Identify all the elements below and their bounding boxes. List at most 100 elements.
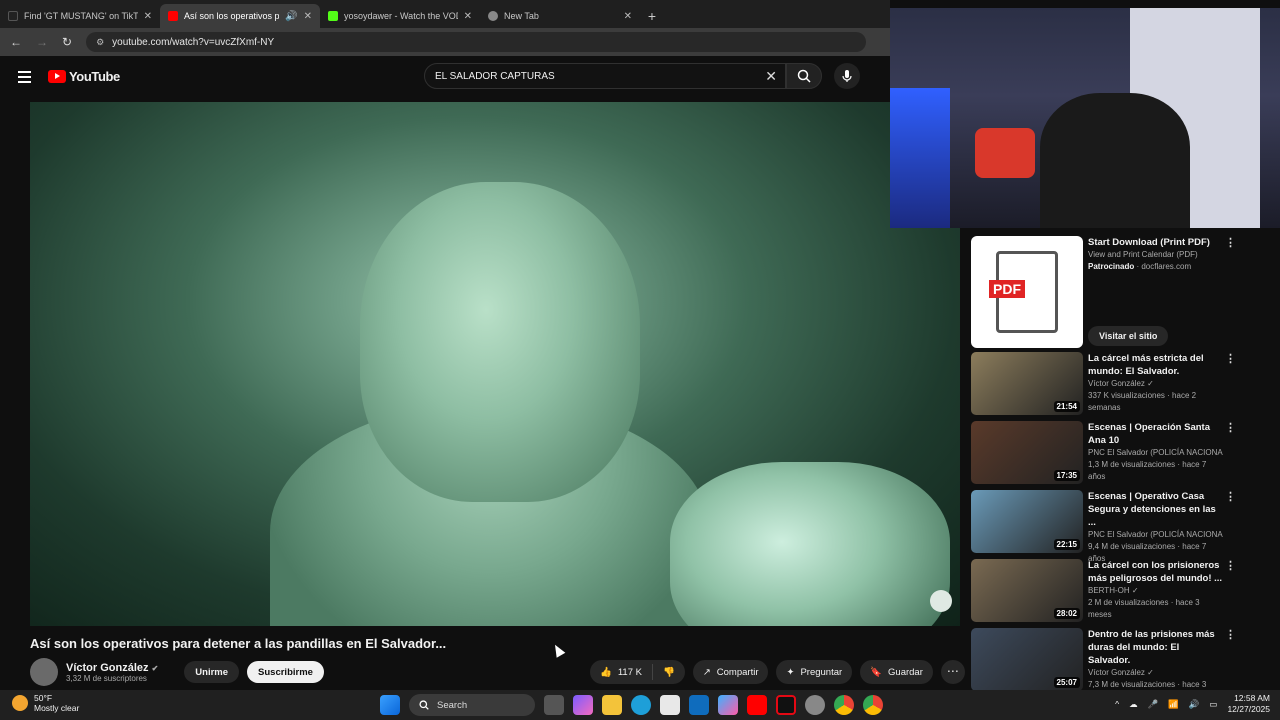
chevron-up-icon[interactable]: ^ [1115, 699, 1119, 709]
weather-widget[interactable]: 50°F Mostly clear [12, 693, 79, 713]
video-stats: 2 M de visualizaciones · hace 3 meses [1088, 598, 1200, 619]
video-thumbnail[interactable]: 28:02 [971, 559, 1083, 622]
back-icon[interactable]: ← [10, 35, 22, 49]
video-thumbnail[interactable]: 17:35 [971, 421, 1083, 484]
store-icon[interactable] [660, 695, 680, 715]
clear-search-icon[interactable]: ✕ [765, 68, 777, 85]
subscribe-button[interactable]: Suscribirme [247, 661, 324, 683]
logo-text: YouTube [69, 69, 120, 84]
search-value: EL SALADOR CAPTURAS [435, 70, 555, 82]
voice-search-button[interactable] [834, 63, 860, 89]
battery-icon[interactable]: ▭ [1209, 699, 1217, 710]
more-options-icon[interactable]: ⋮ [1225, 423, 1236, 434]
sponsored-ad[interactable]: PDF Start Download (Print PDF) View and … [971, 234, 1251, 349]
ask-button[interactable]: ✦ Preguntar [776, 660, 853, 684]
more-options-icon[interactable]: ⋮ [1225, 561, 1236, 572]
search-button[interactable] [786, 63, 822, 89]
browser-tab[interactable]: New Tab ✕ [480, 4, 640, 28]
volume-icon[interactable]: 🔊 [1189, 699, 1200, 710]
save-button[interactable]: 🔖 Guardar [860, 660, 933, 684]
url-field[interactable]: ⚙ youtube.com/watch?v=uvcZfXmf-NY [86, 32, 867, 52]
close-tab-icon[interactable]: ✕ [464, 11, 472, 22]
channel-name[interactable]: Víctor González ✔ [66, 662, 158, 674]
video-channel[interactable]: Víctor González [1088, 668, 1145, 677]
like-button[interactable]: 👍 117 K [590, 664, 653, 680]
file-explorer-icon[interactable] [602, 695, 622, 715]
video-channel[interactable]: BERTH-OH [1088, 586, 1130, 595]
video-thumbnail[interactable]: 25:07 [971, 628, 1083, 691]
browser-tab[interactable]: yosoydawer - Watch the VOD c ✕ [320, 4, 480, 28]
share-button[interactable]: ↗ Compartir [692, 660, 769, 684]
browser-tab-active[interactable]: Así son los operativos para 🔊 ✕ [160, 4, 320, 28]
video-title[interactable]: Escenas | Operativo Casa Segura y detenc… [1088, 490, 1223, 529]
more-actions-icon[interactable]: ⋯ [940, 660, 965, 684]
browser-tab[interactable]: Find 'GT MUSTANG' on TikTok ✕ [0, 4, 160, 28]
video-info: La cárcel más estricta del mundo: El Sal… [1088, 352, 1223, 414]
video-thumbnail[interactable]: 22:15 [971, 490, 1083, 553]
recommendation-item[interactable]: 17:35 Escenas | Operación Santa Ana 10 PNC… [971, 419, 1251, 487]
close-tab-icon[interactable]: ✕ [624, 11, 632, 22]
video-duration: 28:02 [1053, 608, 1080, 619]
chrome-icon[interactable] [863, 695, 883, 715]
taskbar-search[interactable]: Search [409, 694, 535, 716]
task-view-icon[interactable] [544, 695, 564, 715]
photos-icon[interactable] [718, 695, 738, 715]
video-title[interactable]: Escenas | Operación Santa Ana 10 [1088, 421, 1223, 447]
ad-thumbnail[interactable]: PDF [971, 236, 1083, 348]
video-channel[interactable]: PNC El Salvador (POLICÍA NACIONAL CI... [1088, 530, 1223, 539]
forward-icon[interactable]: → [36, 35, 48, 49]
video-channel[interactable]: PNC El Salvador (POLICÍA NACIONAL CI... [1088, 448, 1223, 457]
video-frame-hand [670, 462, 950, 626]
ad-title[interactable]: Start Download (Print PDF) [1088, 236, 1238, 249]
video-frame-face [360, 182, 640, 502]
close-tab-icon[interactable]: ✕ [304, 11, 312, 22]
site-info-icon[interactable]: ⚙ [96, 37, 104, 48]
reload-icon[interactable]: ↻ [62, 35, 72, 49]
close-tab-icon[interactable]: ✕ [144, 11, 152, 22]
join-button[interactable]: Unirme [184, 661, 240, 683]
channel-watermark-icon[interactable] [930, 590, 952, 612]
clock[interactable]: 12:58 AM 12/27/2025 [1227, 693, 1270, 715]
visit-site-button[interactable]: Visitar el sitio [1088, 326, 1169, 346]
wifi-icon[interactable]: 📶 [1168, 699, 1179, 710]
edge-icon[interactable] [631, 695, 651, 715]
more-options-icon[interactable]: ⋮ [1225, 630, 1236, 641]
more-options-icon[interactable]: ⋮ [1225, 354, 1236, 365]
search-icon [797, 69, 811, 83]
windows-start-icon[interactable] [380, 695, 400, 715]
microphone-icon[interactable]: 🎤 [1148, 699, 1159, 710]
channel-info: Víctor González ✔ 3,32 M de suscriptores [66, 662, 158, 683]
pdf-icon: PDF [989, 251, 1058, 333]
settings-icon[interactable] [805, 695, 825, 715]
audio-icon[interactable]: 🔊 [285, 11, 297, 22]
recommendation-item[interactable]: 21:54 La cárcel más estricta del mundo: E… [971, 350, 1251, 418]
outlook-icon[interactable] [689, 695, 709, 715]
more-options-icon[interactable]: ⋮ [1225, 492, 1236, 503]
chrome-icon[interactable] [834, 695, 854, 715]
video-player[interactable] [30, 102, 960, 626]
dislike-button[interactable]: 👎 [653, 667, 685, 678]
video-duration: 25:07 [1053, 677, 1080, 688]
youtube-logo[interactable]: YouTube [48, 69, 120, 84]
recommendation-item[interactable]: 25:07 Dentro de las prisiones más duras d… [971, 626, 1251, 701]
recommendation-item[interactable]: 28:02 La cárcel con los prisioneros más p… [971, 557, 1251, 625]
video-thumbnail[interactable]: 21:54 [971, 352, 1083, 415]
more-options-icon[interactable]: ⋮ [1225, 238, 1236, 249]
netflix-icon[interactable] [776, 695, 796, 715]
search-input[interactable]: EL SALADOR CAPTURAS ✕ [424, 63, 786, 89]
channel-avatar[interactable] [30, 658, 58, 686]
hamburger-menu-icon[interactable] [18, 71, 31, 86]
youtube-app-icon[interactable] [747, 695, 767, 715]
video-title[interactable]: La cárcel más estricta del mundo: El Sal… [1088, 352, 1223, 378]
new-tab-button[interactable]: + [640, 4, 664, 28]
weather-condition: Mostly clear [34, 703, 80, 713]
recommendation-item[interactable]: 22:15 Escenas | Operativo Casa Segura y d… [971, 488, 1251, 563]
sparkle-icon: ✦ [786, 666, 795, 678]
cloud-icon[interactable]: ☁ [1129, 699, 1138, 710]
video-views: 337 K visualizaciones [1088, 391, 1165, 400]
video-channel[interactable]: Víctor González [1088, 379, 1145, 388]
video-title[interactable]: La cárcel con los prisioneros más peligr… [1088, 559, 1223, 585]
copilot-icon[interactable] [573, 695, 593, 715]
ad-subtitle: View and Print Calendar (PDF) [1088, 250, 1198, 259]
video-title[interactable]: Dentro de las prisiones más duras del mu… [1088, 628, 1223, 667]
